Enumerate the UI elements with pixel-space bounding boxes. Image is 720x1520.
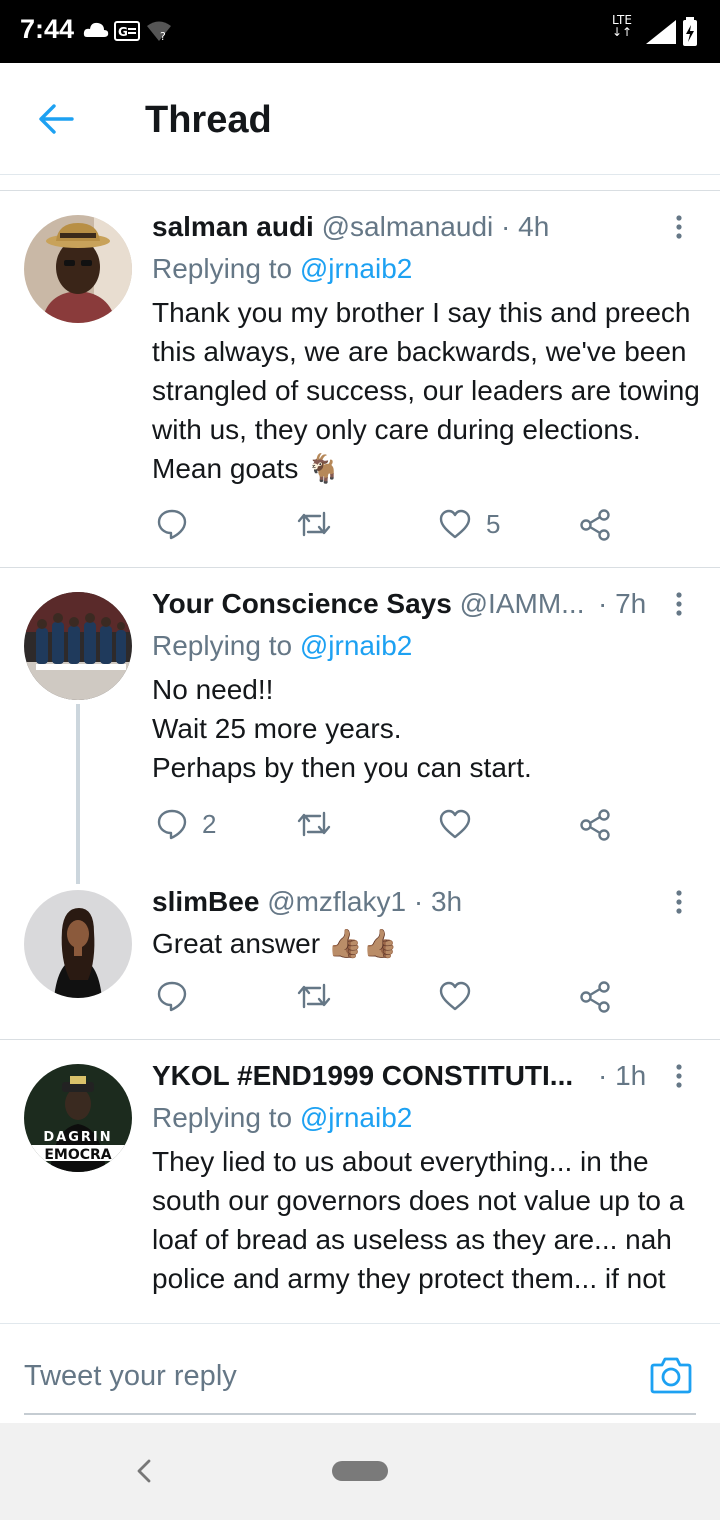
svg-text:G: G [118,25,128,39]
display-name[interactable]: Your Conscience Says [152,588,452,619]
timestamp: · 3h [413,886,463,917]
reply-button[interactable] [156,980,188,1012]
avatar-text-top: DAGRIN [43,1130,112,1145]
tweet-header: slimBee @mzflaky1 · 3h [152,886,462,918]
handle: @IAMM... [459,588,585,619]
tweet-text: No need!! Wait 25 more years. Perhaps by… [152,674,532,783]
replying-to: Replying to @jrnaib2 [152,253,413,284]
camera-icon[interactable] [650,1356,692,1394]
tweet-text: Thank you my brother I say this and pree… [152,297,700,484]
handle: @salmanaudi [321,211,494,242]
retweet-button[interactable] [296,980,332,1012]
like-button[interactable] [438,980,472,1012]
thread-connector [76,704,80,884]
system-nav-bar [0,1423,720,1520]
avatar[interactable] [24,890,132,998]
divider [0,190,720,191]
mention-link[interactable]: @jrnaib2 [300,1102,412,1133]
tweet-actions [152,980,622,1020]
battery-charging-icon [683,17,697,46]
replying-to: Replying to @jrnaib2 [152,630,413,661]
share-icon [580,809,610,841]
tweet-header: salman audi @salmanaudi · 4h [152,211,549,243]
retweet-icon [297,983,331,1009]
tweet-actions: 2 [152,808,622,848]
avatar[interactable] [24,592,132,700]
arrow-left-icon[interactable] [38,103,74,135]
like-button[interactable] [438,808,472,840]
heart-icon [439,809,471,839]
display-name[interactable]: slimBee [152,886,259,917]
wifi-icon: ? [147,21,171,43]
reply-icon [157,809,187,840]
status-bar: 7:44 G ? LTE ↓↑ [0,0,720,63]
retweet-button[interactable] [296,508,332,540]
nav-back-icon[interactable] [134,1458,154,1484]
avatar-text-bottom: EMOCRA [44,1147,111,1163]
share-button[interactable] [578,808,612,842]
tweet-actions: 5 [152,508,622,548]
page-title: Thread [145,99,272,141]
timestamp: · 7h [598,588,647,619]
network-type: LTE ↓↑ [612,13,633,39]
svg-text:?: ? [160,30,166,43]
more-options-icon[interactable] [671,888,687,916]
reply-input[interactable]: Tweet your reply [24,1360,237,1393]
tweet-text: They lied to us about everything... in t… [152,1146,685,1294]
reply-composer: Tweet your reply [0,1323,720,1424]
handle: @mzflaky1 [267,886,407,917]
tweet-header: YKOL #END1999 CONSTITUTI... [152,1060,573,1092]
mention-link[interactable]: @jrnaib2 [300,253,412,284]
like-count: 5 [486,508,501,539]
share-button[interactable] [578,508,612,542]
more-options-icon[interactable] [671,213,687,241]
reply-icon [157,509,187,540]
cloud-icon [83,22,109,37]
display-name[interactable]: salman audi [152,211,314,242]
replying-to: Replying to @jrnaib2 [152,1102,413,1133]
tweet-list-viewport: DAGRIN EMOCRA YKOL #END1999 CONSTITUTI..… [0,1040,720,1323]
share-icon [580,981,610,1013]
reply-button[interactable]: 2 [156,808,216,840]
home-pill[interactable] [332,1461,388,1481]
more-options-icon[interactable] [671,1062,687,1090]
avatar[interactable]: DAGRIN EMOCRA [24,1064,132,1172]
avatar[interactable] [24,215,132,323]
timestamp: · 1h [598,1060,647,1091]
app-bar: Thread [0,63,720,175]
heart-icon [439,509,471,539]
share-button[interactable] [578,980,612,1014]
signal-icon [646,20,676,44]
tweet-header: Your Conscience Says @IAMM... [152,588,584,620]
heart-icon [439,981,471,1011]
reply-icon [157,981,187,1012]
more-options-icon[interactable] [671,590,687,618]
divider [0,567,720,568]
mention-link[interactable]: @jrnaib2 [300,630,412,661]
retweet-button[interactable] [296,808,332,840]
display-name[interactable]: YKOL #END1999 CONSTITUTI... [152,1060,573,1091]
retweet-icon [297,511,331,537]
like-button[interactable]: 5 [438,508,500,540]
input-underline [24,1413,696,1415]
retweet-icon [297,811,331,837]
status-time: 7:44 [20,14,75,44]
share-icon [580,509,610,541]
reply-count: 2 [202,808,217,839]
reply-button[interactable] [156,508,188,540]
timestamp: · 4h [501,211,550,242]
tweet-text: Great answer 👍🏽👍🏽 [152,928,398,959]
data-saver-icon: G [114,21,140,41]
